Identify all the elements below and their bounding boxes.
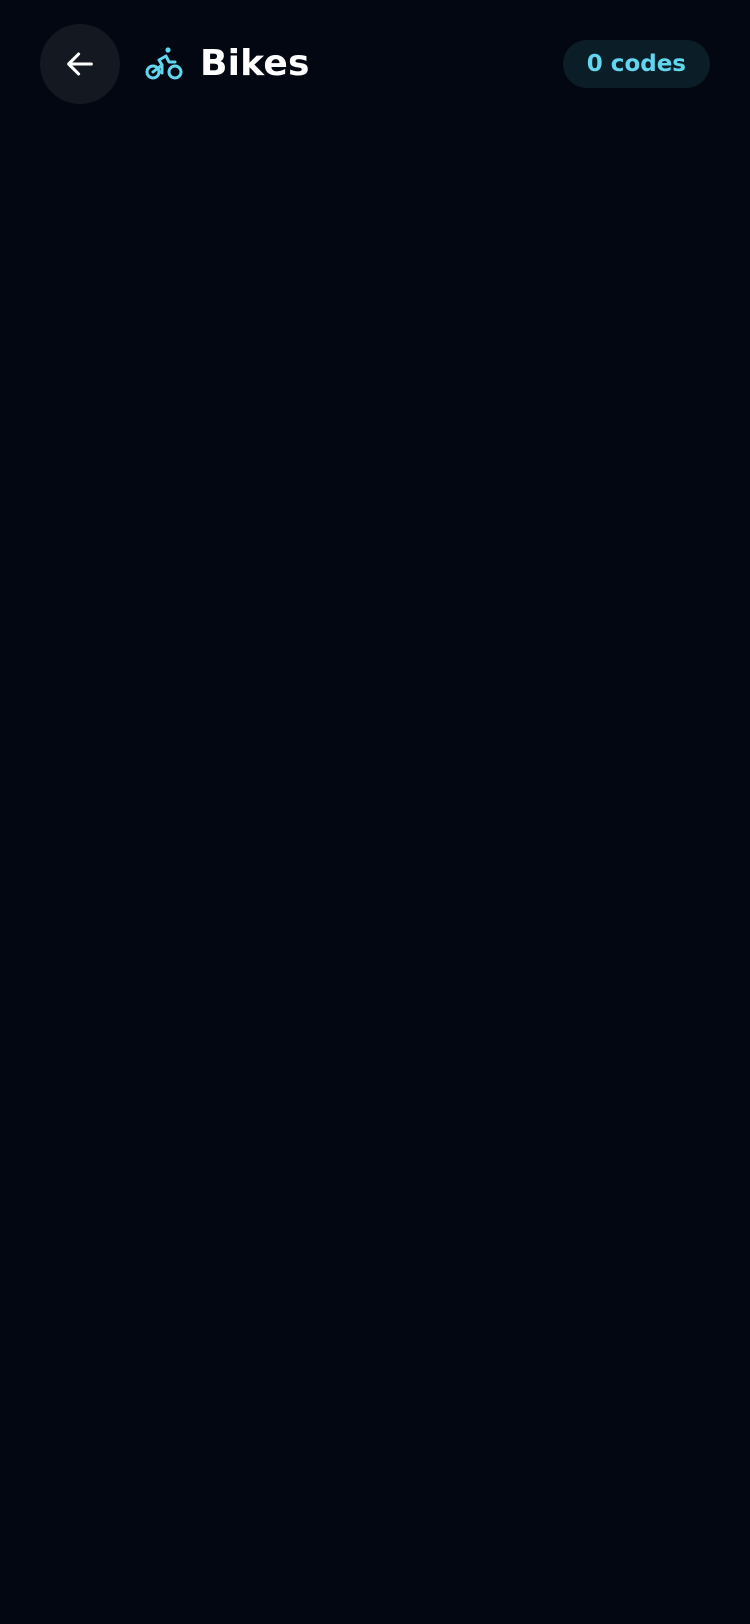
bike-icon	[144, 44, 184, 84]
page-title: Bikes	[200, 43, 310, 84]
back-button[interactable]	[40, 24, 120, 104]
title-group: Bikes	[144, 40, 310, 88]
codes-list-area	[0, 130, 750, 1624]
arrow-left-icon	[67, 52, 93, 76]
header: Bikes 0 codes	[0, 0, 750, 130]
code-count-badge: 0 codes	[562, 40, 710, 88]
screen: Bikes 0 codes	[0, 0, 750, 1624]
